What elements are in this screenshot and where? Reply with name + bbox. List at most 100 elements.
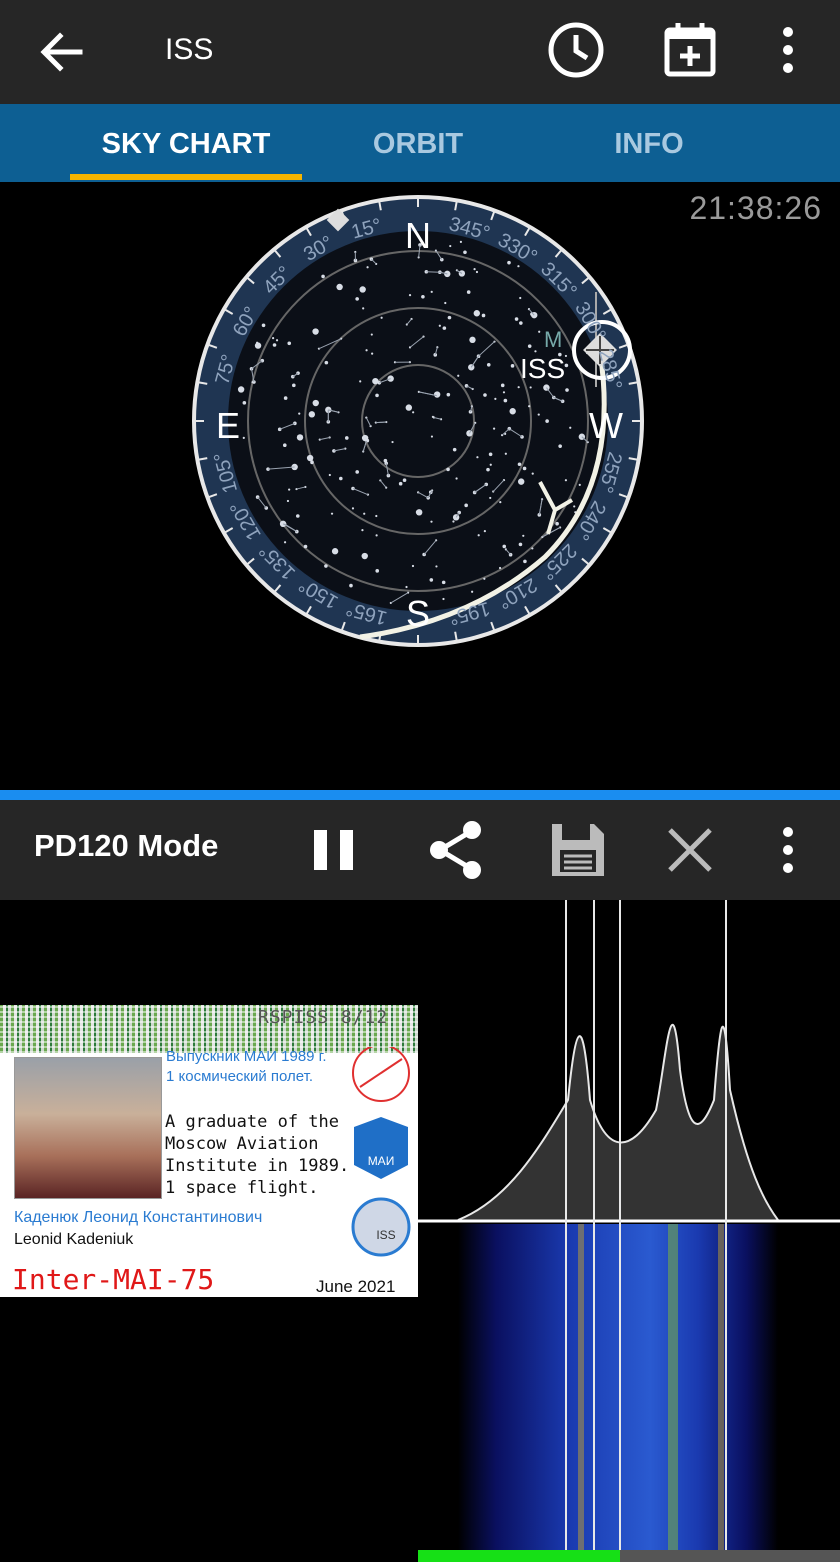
star xyxy=(429,578,434,582)
star xyxy=(408,294,412,297)
app-bar: ISS xyxy=(0,0,840,104)
star xyxy=(441,580,446,585)
star xyxy=(283,541,287,544)
star xyxy=(391,440,394,444)
star xyxy=(578,483,581,486)
star xyxy=(272,337,275,340)
tab-bar: SKY CHART ORBIT INFO xyxy=(0,104,840,182)
tab-indicator xyxy=(70,174,302,180)
star xyxy=(565,388,569,392)
star xyxy=(324,360,329,365)
star xyxy=(528,405,531,408)
star xyxy=(488,452,493,457)
star xyxy=(452,447,457,452)
star xyxy=(421,295,425,299)
star xyxy=(452,520,455,523)
star xyxy=(483,577,486,580)
star xyxy=(412,411,415,414)
tab-info[interactable]: INFO xyxy=(550,104,748,182)
star xyxy=(471,590,474,593)
pause-icon[interactable] xyxy=(302,818,366,882)
star xyxy=(375,393,379,398)
compass-west: W xyxy=(589,405,623,446)
star xyxy=(405,585,408,589)
spectrum-waterfall[interactable] xyxy=(418,900,840,1550)
spectrum-plot xyxy=(418,1023,840,1223)
star xyxy=(272,343,277,347)
star xyxy=(529,386,532,389)
star xyxy=(237,386,245,393)
star xyxy=(447,315,452,320)
sstv-mode-label: PD120 Mode xyxy=(34,828,219,863)
star xyxy=(522,466,527,471)
star xyxy=(498,566,502,570)
more-vert-icon[interactable] xyxy=(756,818,820,882)
star xyxy=(402,478,407,483)
star xyxy=(527,344,532,348)
star xyxy=(355,297,359,301)
star xyxy=(361,552,368,560)
card-en-line-3: Institute in 1989. xyxy=(165,1156,350,1176)
star xyxy=(359,380,362,383)
star xyxy=(405,404,413,411)
star xyxy=(504,452,507,455)
save-icon[interactable] xyxy=(546,818,610,882)
tab-sky-chart[interactable]: SKY CHART xyxy=(70,104,302,182)
star xyxy=(349,583,353,588)
star xyxy=(254,342,262,349)
star xyxy=(517,265,520,268)
star xyxy=(339,476,343,481)
star xyxy=(324,564,328,568)
star xyxy=(430,290,433,293)
sky-chart[interactable]: M ISS N E S W 15°30°45°60°75°345° 330°315… xyxy=(0,182,840,785)
star xyxy=(459,240,463,243)
star xyxy=(486,362,491,367)
star xyxy=(282,443,287,448)
star xyxy=(537,413,540,416)
star xyxy=(275,339,279,342)
star xyxy=(242,436,245,439)
star xyxy=(330,512,334,515)
card-date: June 2021 xyxy=(316,1277,396,1296)
star xyxy=(564,354,568,358)
star xyxy=(256,341,259,344)
constellation-line xyxy=(375,421,387,424)
mai-logo-icon xyxy=(354,1117,408,1179)
star xyxy=(476,456,479,459)
calendar-add-icon[interactable] xyxy=(660,20,720,80)
clock-icon[interactable] xyxy=(546,20,606,80)
back-arrow-icon[interactable] xyxy=(36,26,88,78)
iss-label: ISS xyxy=(520,353,565,384)
decoded-sstv-image[interactable]: RSPISS 8/12 Выпускник МАИ 1989 г. 1 косм… xyxy=(0,1005,418,1297)
star xyxy=(375,569,380,573)
star xyxy=(477,534,480,537)
star xyxy=(555,521,559,526)
star xyxy=(502,391,506,394)
star xyxy=(442,326,447,330)
star xyxy=(446,467,450,472)
share-icon[interactable] xyxy=(424,818,488,882)
star xyxy=(375,534,378,537)
more-vert-icon[interactable] xyxy=(758,20,818,80)
star xyxy=(344,436,349,440)
mai-logo-text: МАИ xyxy=(368,1154,395,1168)
compass-north: N xyxy=(405,215,431,256)
card-ru-line-1: Выпускник МАИ 1989 г. xyxy=(166,1048,327,1065)
star xyxy=(473,310,481,317)
star xyxy=(466,290,471,294)
sstv-toolbar: PD120 Mode xyxy=(0,800,840,900)
star xyxy=(438,324,441,327)
star xyxy=(475,270,479,274)
card-big-title: Inter-MAI-75 xyxy=(12,1263,215,1296)
star xyxy=(463,250,467,255)
cosmonaut-photo xyxy=(14,1057,162,1199)
star xyxy=(306,454,314,462)
star xyxy=(489,463,492,466)
star xyxy=(510,364,515,368)
star xyxy=(569,426,572,429)
star xyxy=(466,430,473,437)
close-icon[interactable] xyxy=(658,818,722,882)
tab-orbit[interactable]: ORBIT xyxy=(320,104,516,182)
star xyxy=(375,514,378,518)
star xyxy=(519,321,523,325)
